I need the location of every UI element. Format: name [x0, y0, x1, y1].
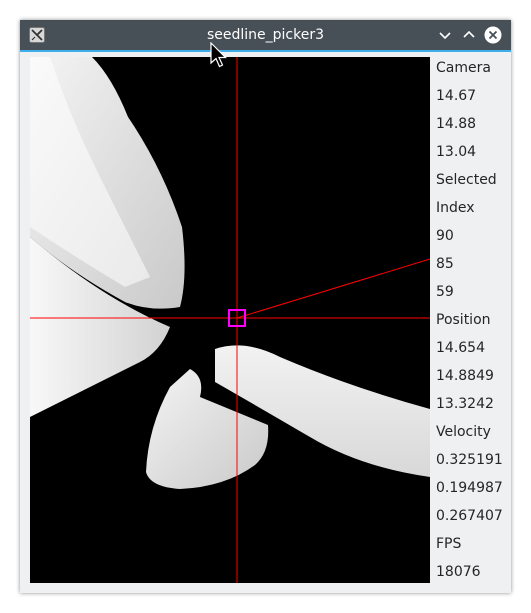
close-icon: [484, 26, 502, 44]
camera-z: 13.04: [436, 144, 477, 160]
velocity-vector: [236, 258, 430, 319]
maximize-button[interactable]: [460, 26, 478, 44]
fps-label: FPS: [436, 536, 462, 552]
index-z: 59: [436, 284, 454, 300]
position-label: Position: [436, 312, 491, 328]
velocity-x: 0.325191: [436, 452, 503, 468]
position-y: 14.8849: [436, 368, 494, 384]
velocity-y: 0.194987: [436, 480, 503, 496]
minimize-button[interactable]: [436, 26, 454, 44]
fps-value: 18076: [436, 564, 481, 580]
index-x: 90: [436, 228, 454, 244]
velocity-z: 0.267407: [436, 508, 503, 524]
chevron-down-icon: [439, 32, 451, 40]
close-button[interactable]: [484, 26, 502, 44]
camera-y: 14.88: [436, 116, 477, 132]
position-x: 14.654: [436, 340, 485, 356]
title-bar[interactable]: seedline_picker3: [20, 20, 511, 52]
app-window: seedline_picker3 Camera 14.67 14.88 13.0…: [20, 20, 511, 593]
index-y: 85: [436, 256, 454, 272]
position-z: 13.3242: [436, 396, 494, 412]
info-panel: Camera 14.67 14.88 13.04 Selected Index …: [436, 58, 511, 590]
camera-label: Camera: [436, 60, 491, 76]
chevron-up-icon: [463, 30, 475, 38]
camera-x: 14.67: [436, 88, 477, 104]
selected-label: Selected: [436, 172, 497, 188]
3d-viewport[interactable]: [30, 57, 430, 583]
index-label: Index: [436, 200, 475, 216]
velocity-label: Velocity: [436, 424, 491, 440]
mouse-pointer-icon: [210, 41, 230, 72]
